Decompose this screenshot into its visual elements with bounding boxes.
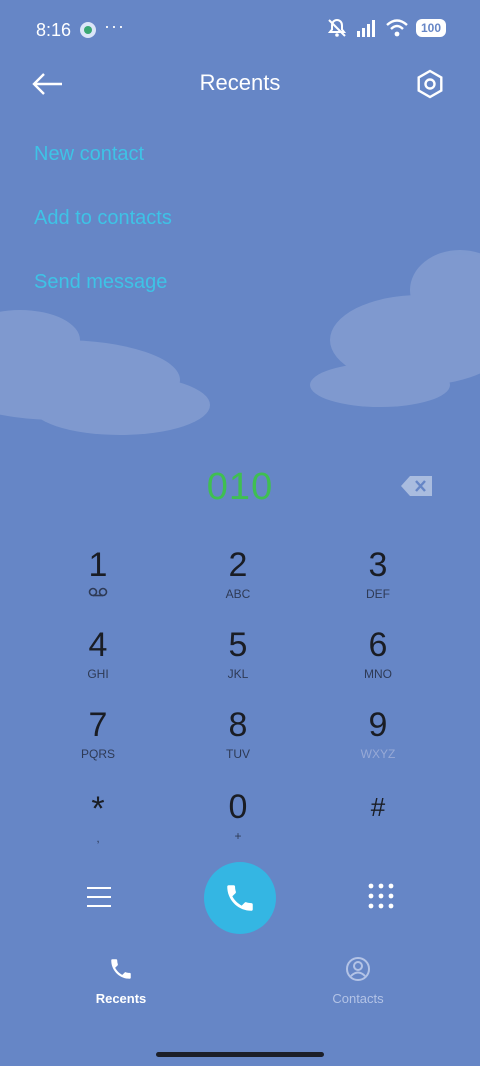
person-circle-icon: [346, 957, 370, 981]
key-9[interactable]: 9 WXYZ: [318, 706, 438, 782]
signal-icon: [356, 20, 375, 37]
key-digit: 0: [228, 788, 248, 826]
send-message-link[interactable]: Send message: [34, 271, 167, 294]
phone-icon: [111, 959, 131, 979]
battery-level: 100: [415, 19, 446, 37]
key-6[interactable]: 6 MNO: [318, 626, 438, 702]
key-digit: *: [91, 790, 105, 828]
key-3[interactable]: 3 DEF: [318, 546, 438, 622]
more-notifications-icon: ···: [104, 16, 125, 36]
key-digit: 1: [88, 546, 108, 584]
status-time: 8:16: [36, 20, 72, 40]
key-digit: #: [370, 792, 386, 822]
key-7[interactable]: 7 PQRS: [38, 706, 158, 782]
voicemail-icon: [38, 586, 158, 602]
key-star[interactable]: * ,: [38, 790, 158, 866]
nav-contacts[interactable]: Contacts: [298, 956, 418, 1006]
key-digit: 5: [228, 626, 248, 664]
key-digit: 9: [368, 706, 388, 744]
key-letters: GHI: [87, 667, 109, 681]
key-letters: ABC: [225, 587, 251, 601]
key-letters: DEF: [366, 587, 390, 601]
status-icons: 100: [326, 18, 446, 38]
add-to-contacts-link[interactable]: Add to contacts: [34, 207, 172, 230]
nav-contacts-label: Contacts: [332, 991, 384, 1006]
key-letters: ,: [96, 831, 100, 845]
silent-bell-icon: [327, 18, 347, 37]
backspace-icon[interactable]: [400, 474, 434, 498]
hamburger-menu-icon[interactable]: [84, 882, 114, 912]
home-indicator[interactable]: [156, 1052, 324, 1057]
phone-icon: [227, 885, 253, 911]
dialpad-icon[interactable]: [366, 882, 396, 912]
key-4[interactable]: 4 GHI: [38, 626, 158, 702]
nav-recents-label: Recents: [95, 991, 147, 1006]
key-2[interactable]: 2 ABC: [178, 546, 298, 622]
key-hash[interactable]: #: [318, 788, 438, 864]
call-button[interactable]: [204, 862, 276, 934]
key-letters: TUV: [226, 747, 250, 761]
nav-recents[interactable]: Recents: [61, 956, 181, 1006]
key-8[interactable]: 8 TUV: [178, 706, 298, 782]
key-digit: 7: [88, 706, 108, 744]
key-digit: 8: [228, 706, 248, 744]
status-bar: 8:16 ··· 100: [0, 0, 480, 60]
key-letters: MNO: [364, 667, 392, 681]
key-5[interactable]: 5 JKL: [178, 626, 298, 702]
settings-icon[interactable]: [414, 68, 446, 100]
new-contact-link[interactable]: New contact: [34, 143, 144, 166]
key-digit: 2: [228, 546, 248, 584]
key-letters: PQRS: [80, 747, 115, 761]
key-0[interactable]: 0 +: [178, 788, 298, 864]
app-notification-icon: [80, 22, 96, 38]
key-digit: 3: [368, 546, 388, 584]
key-letters: JKL: [227, 667, 249, 681]
page-title: Recents: [199, 70, 281, 95]
key-digit: 6: [368, 626, 388, 664]
key-digit: 4: [88, 626, 108, 664]
app-header: Recents: [0, 60, 480, 110]
key-letters: WXYZ: [360, 747, 396, 761]
key-letters: +: [234, 829, 242, 843]
key-1[interactable]: 1: [38, 546, 158, 622]
wifi-icon: [386, 19, 408, 37]
